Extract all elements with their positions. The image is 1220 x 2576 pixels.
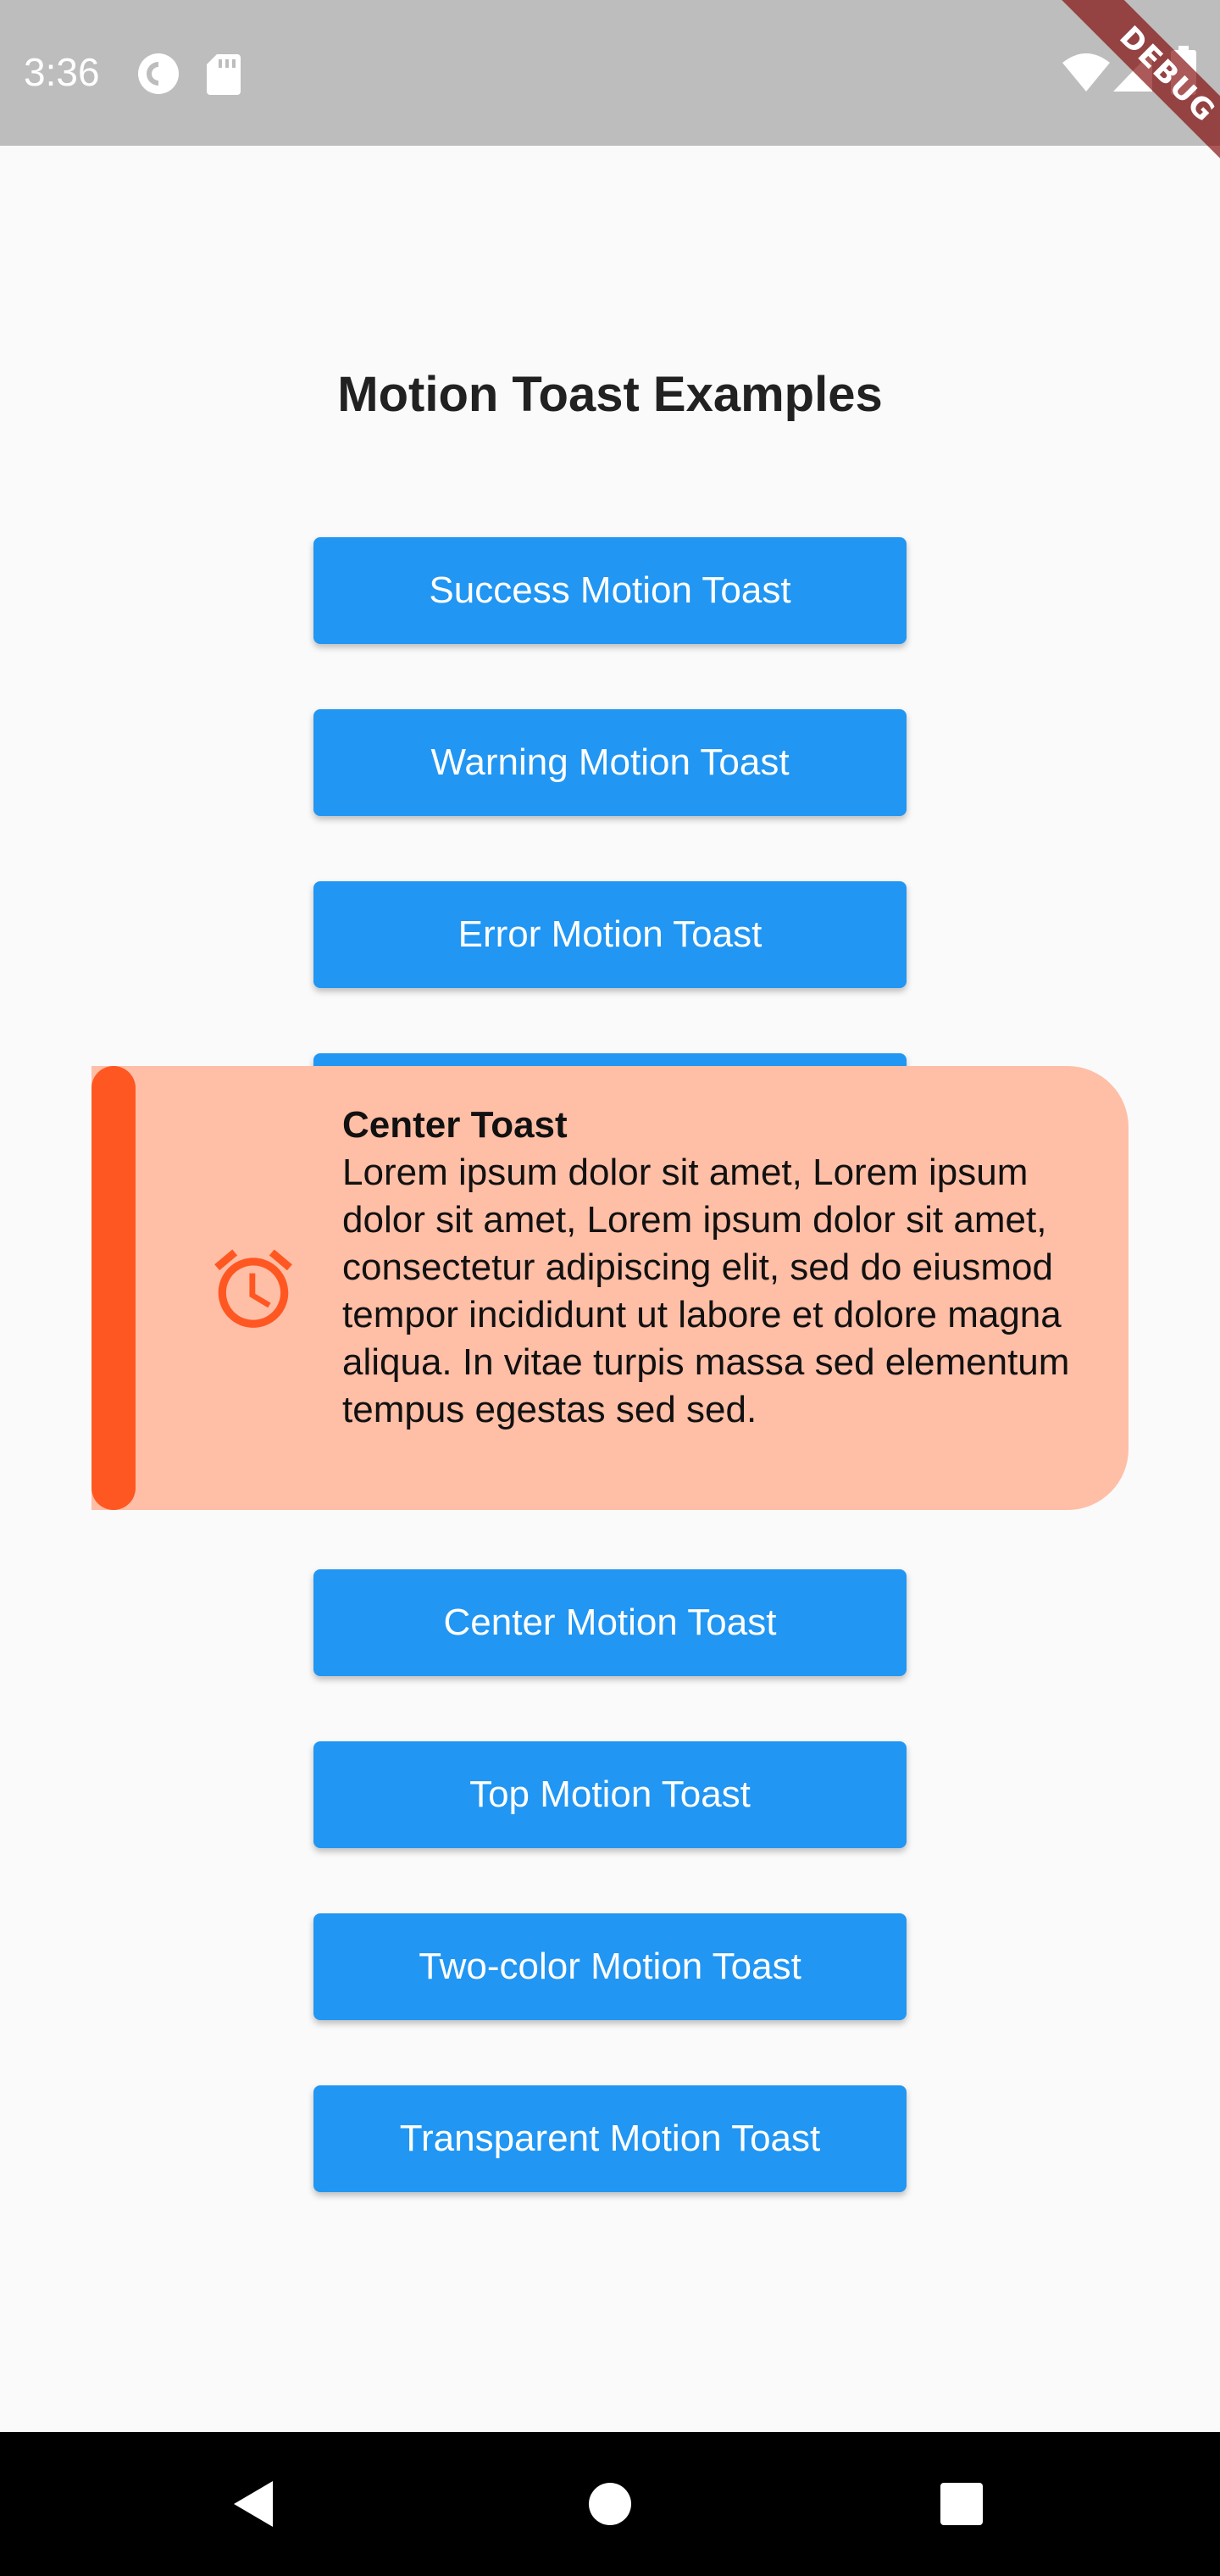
navigation-bar (0, 2432, 1220, 2576)
page-title: Motion Toast Examples (337, 367, 883, 422)
debug-label: DEBUG (1044, 0, 1220, 198)
transparent-toast-button[interactable]: Transparent Motion Toast (313, 2085, 907, 2192)
warning-toast-button[interactable]: Warning Motion Toast (313, 709, 907, 816)
two-color-toast-button[interactable]: Two-color Motion Toast (313, 1913, 907, 2020)
back-icon[interactable] (217, 2466, 293, 2542)
toast-title: Center Toast (342, 1104, 568, 1146)
success-toast-button[interactable]: Success Motion Toast (313, 537, 907, 644)
error-toast-button[interactable]: Error Motion Toast (313, 881, 907, 988)
top-toast-button[interactable]: Top Motion Toast (313, 1741, 907, 1848)
status-time: 3:36 (24, 50, 100, 94)
center-toast-button[interactable]: Center Motion Toast (313, 1569, 907, 1676)
home-icon[interactable] (572, 2466, 648, 2542)
recents-icon[interactable] (923, 2466, 1000, 2542)
alarm-icon (214, 1249, 292, 1328)
toast-accent-bar (92, 1066, 136, 1510)
sd-card-icon (207, 54, 241, 95)
center-toast[interactable]: Center Toast Lorem ipsum dolor sit amet,… (92, 1066, 1128, 1510)
pocket-casts-icon (138, 53, 179, 94)
status-bar: 3:36 DEBUG (0, 0, 1220, 198)
debug-banner: DEBUG (1017, 0, 1220, 203)
toast-text: Center Toast Lorem ipsum dolor sit amet,… (342, 1102, 1088, 1434)
toast-message: Lorem ipsum dolor sit amet, Lorem ipsum … (342, 1152, 1070, 1430)
